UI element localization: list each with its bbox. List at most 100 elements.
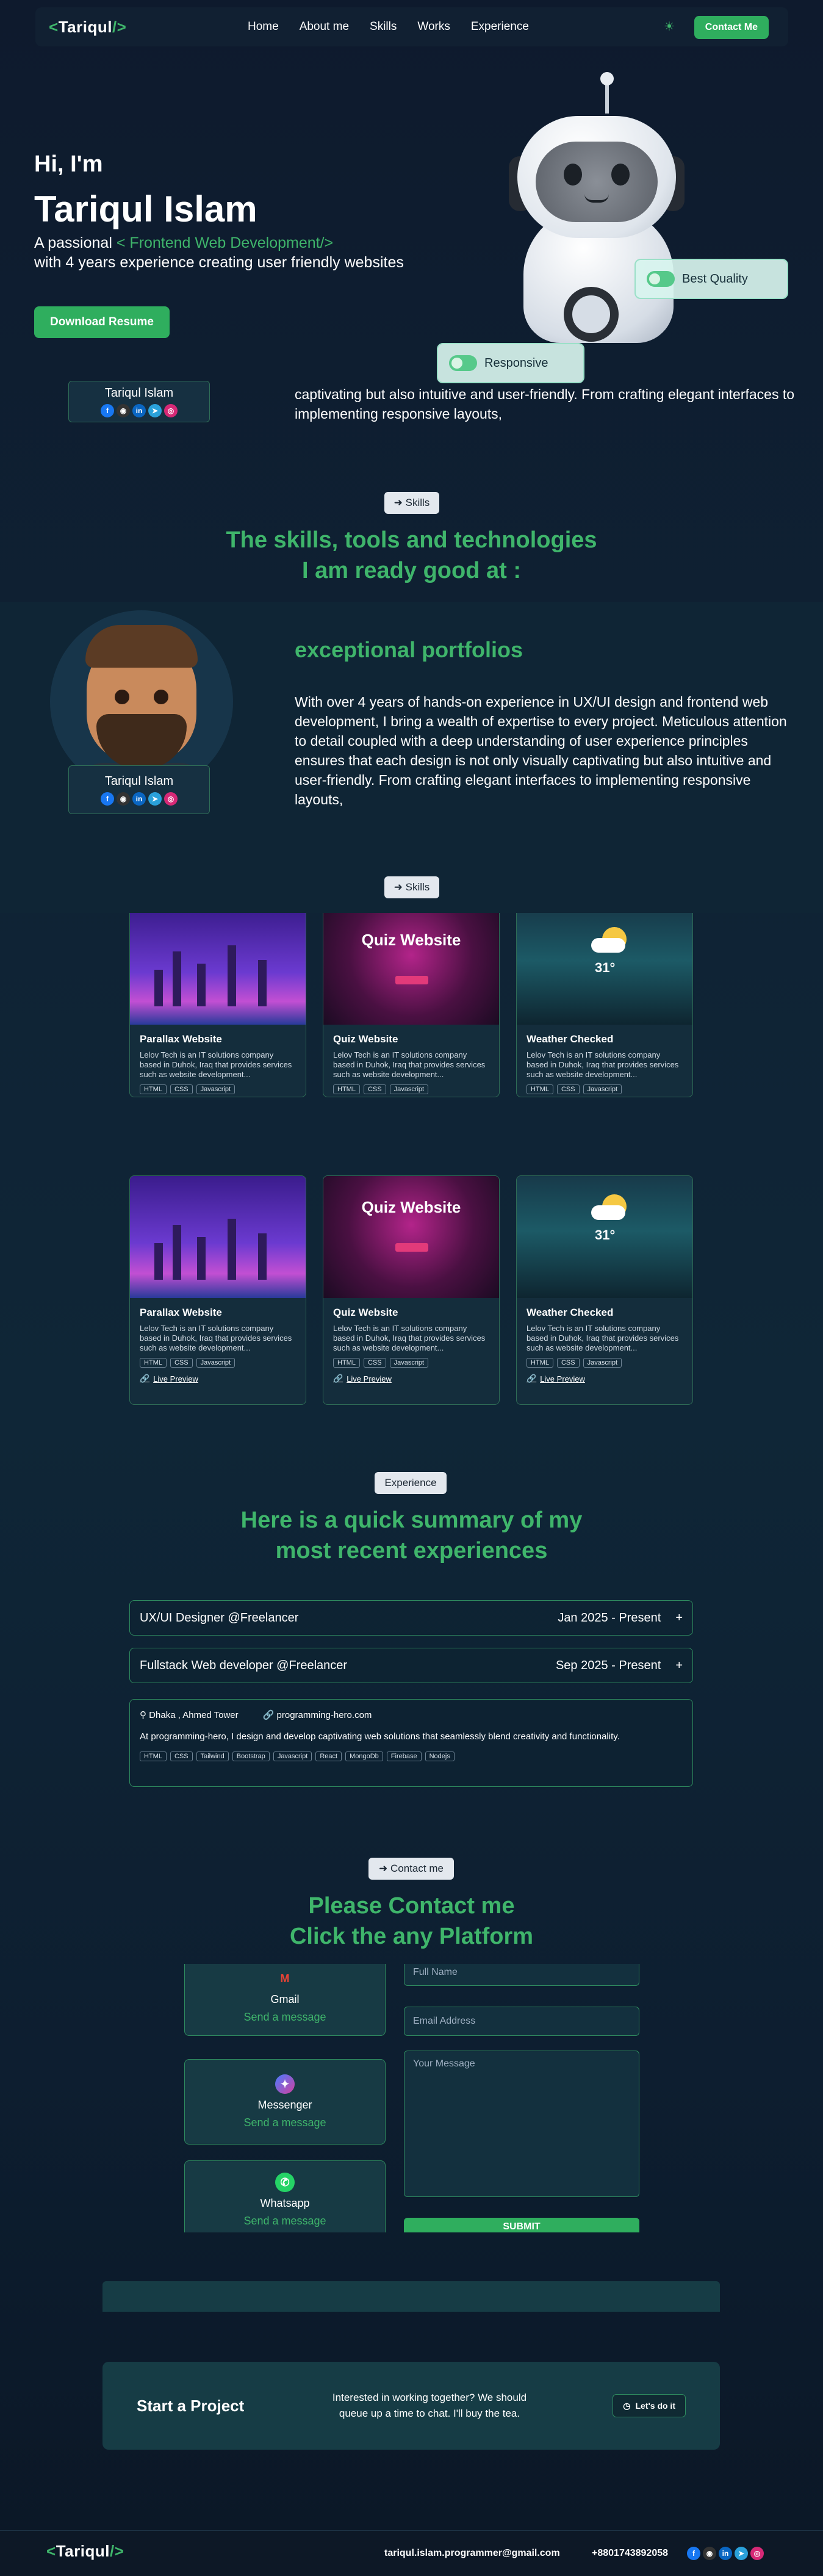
linkedin-icon[interactable]: in — [132, 792, 146, 806]
contact-title-line1: Please Contact me — [308, 1893, 515, 1919]
nav-experience[interactable]: Experience — [471, 20, 529, 34]
website[interactable]: 🔗 programming-hero.com — [263, 1709, 372, 1720]
location-text: Dhaka , Ahmed Tower — [149, 1710, 239, 1720]
tag: HTML — [333, 1084, 360, 1094]
instagram-icon[interactable]: ◎ — [164, 792, 178, 806]
about-fragment-text: captivating but also intuitive and user-… — [295, 386, 795, 422]
footer-email[interactable]: tariqul.islam.programmer@gmail.com — [384, 2548, 560, 2559]
facebook-icon[interactable]: f — [101, 403, 114, 417]
experience-title-line2: most recent experiences — [275, 1538, 548, 1564]
telegram-icon[interactable]: ➤ — [735, 2547, 748, 2560]
contact-title: Please Contact me Click the any Platform — [0, 1891, 823, 1952]
full-name-field[interactable]: Full Name — [404, 1964, 639, 1986]
contact-card-name: Whatsapp — [260, 2197, 310, 2209]
cloud-icon — [591, 938, 625, 953]
submit-button[interactable]: SUBMIT — [404, 2218, 639, 2232]
lets-do-it-label: Let's do it — [635, 2401, 675, 2411]
building — [173, 1225, 181, 1280]
nav-skills[interactable]: Skills — [370, 20, 397, 34]
best-quality-label: Best Quality — [682, 272, 748, 286]
footer-phone[interactable]: +8801743892058 — [592, 2548, 668, 2559]
live-preview-link[interactable]: 🔗 Live Preview — [527, 1374, 683, 1384]
link-icon: 🔗 — [262, 1710, 275, 1720]
works-row-2: Parallax Website Lelov Tech is an IT sol… — [129, 1175, 693, 1407]
tag: CSS — [556, 1358, 580, 1368]
nav-about[interactable]: About me — [300, 20, 349, 34]
instagram-icon[interactable]: ◎ — [750, 2547, 764, 2560]
quiz-image-title: Quiz Website — [361, 1198, 461, 1216]
sun-icon[interactable]: ☀ — [664, 21, 676, 33]
hero-name: Tariqul Islam — [34, 189, 257, 229]
project-tags: HTML CSS Javascript — [527, 1084, 683, 1094]
weather-temp: 31° — [595, 1227, 616, 1243]
message-field[interactable]: Your Message — [404, 2051, 639, 2197]
building — [197, 964, 206, 1006]
footer-logo[interactable]: <Tariqul/> — [46, 2542, 124, 2561]
profile-card: Tariqul Islam f ◉ in ➤ ◎ — [68, 765, 210, 814]
building — [258, 1233, 267, 1280]
live-preview-link[interactable]: 🔗 Live Preview — [140, 1374, 296, 1384]
whatsapp-card[interactable]: ✆ Whatsapp Send a message — [184, 2160, 386, 2232]
linkedin-icon[interactable]: in — [132, 403, 146, 417]
live-preview-link[interactable]: 🔗 Live Preview — [333, 1374, 489, 1384]
experience-row[interactable]: UX/UI Designer @Freelancer Jan 2025 - Pr… — [129, 1600, 693, 1636]
project-title: Parallax Website — [140, 1307, 222, 1318]
skills-pill: ➜ Skills — [384, 492, 439, 514]
messenger-card[interactable]: ✦ Messenger Send a message — [184, 2059, 386, 2145]
project-title: Weather Checked — [527, 1033, 614, 1045]
expand-icon[interactable]: + — [675, 1659, 683, 1673]
github-icon[interactable]: ◉ — [117, 403, 130, 417]
weather-image: 31° — [517, 913, 692, 1025]
skills-title-line1: The skills, tools and technologies — [226, 527, 597, 553]
expand-icon[interactable]: + — [675, 1611, 683, 1625]
telegram-icon[interactable]: ➤ — [148, 403, 162, 417]
contact-me-button[interactable]: Contact Me — [694, 16, 769, 39]
linkedin-icon[interactable]: in — [719, 2547, 732, 2560]
lets-do-it-button[interactable]: ◷ Let's do it — [613, 2394, 686, 2417]
tag: MongoDb — [345, 1752, 383, 1761]
logo-close: /> — [112, 17, 127, 36]
avatar-eye-right — [154, 690, 168, 704]
tag: HTML — [140, 1358, 167, 1368]
contact-card-name: Gmail — [270, 1993, 300, 2005]
tag: HTML — [527, 1358, 553, 1368]
tag: HTML — [333, 1358, 360, 1368]
telegram-icon[interactable]: ➤ — [148, 792, 162, 806]
project-title: Quiz Website — [333, 1307, 398, 1318]
download-resume-button[interactable]: Download Resume — [34, 306, 170, 338]
facebook-icon[interactable]: f — [101, 792, 114, 806]
quiz-image-title: Quiz Website — [361, 931, 461, 949]
works-pill: ➜ Skills — [384, 876, 439, 898]
facebook-icon[interactable]: f — [687, 2547, 700, 2560]
tag: Javascript — [196, 1358, 235, 1368]
hero-role: < Frontend Web Development/> — [116, 234, 334, 251]
contact-card-name: Messenger — [257, 2099, 312, 2111]
experience-pill: Experience — [375, 1472, 447, 1494]
weather-temp: 31° — [595, 960, 616, 975]
responsive-badge: Responsive — [437, 343, 584, 383]
nav-works[interactable]: Works — [417, 20, 450, 34]
logo-text: Tariqul — [58, 17, 112, 36]
experience-row[interactable]: Fullstack Web developer @Freelancer Sep … — [129, 1648, 693, 1683]
contact-card-msg: Send a message — [243, 2116, 326, 2129]
github-icon[interactable]: ◉ — [117, 792, 130, 806]
email-field[interactable]: Email Address — [404, 2007, 639, 2036]
project-card: Parallax Website Lelov Tech is an IT sol… — [129, 913, 306, 1097]
hero-tagline: A passional < Frontend Web Development/>… — [34, 233, 412, 272]
robot-eye-left — [564, 164, 582, 186]
cloud-icon — [591, 1205, 625, 1220]
logo-text: Tariqul — [56, 2542, 110, 2560]
tag: HTML — [140, 1752, 167, 1761]
github-icon[interactable]: ◉ — [703, 2547, 716, 2560]
nav-home[interactable]: Home — [248, 20, 279, 34]
avatar-beard — [96, 714, 187, 769]
logo[interactable]: <Tariqul/> — [49, 18, 126, 37]
instagram-icon[interactable]: ◎ — [164, 403, 178, 417]
clock-icon: ◷ — [623, 2400, 631, 2411]
navbar: <Tariqul/> Home About me Skills Works Ex… — [35, 7, 788, 46]
tag: CSS — [363, 1084, 386, 1094]
works-row-1: Parallax Website Lelov Tech is an IT sol… — [129, 913, 693, 1106]
gmail-card[interactable]: M Gmail Send a message — [184, 1964, 386, 2036]
building — [173, 951, 181, 1006]
project-card: Parallax Website Lelov Tech is an IT sol… — [129, 1175, 306, 1405]
